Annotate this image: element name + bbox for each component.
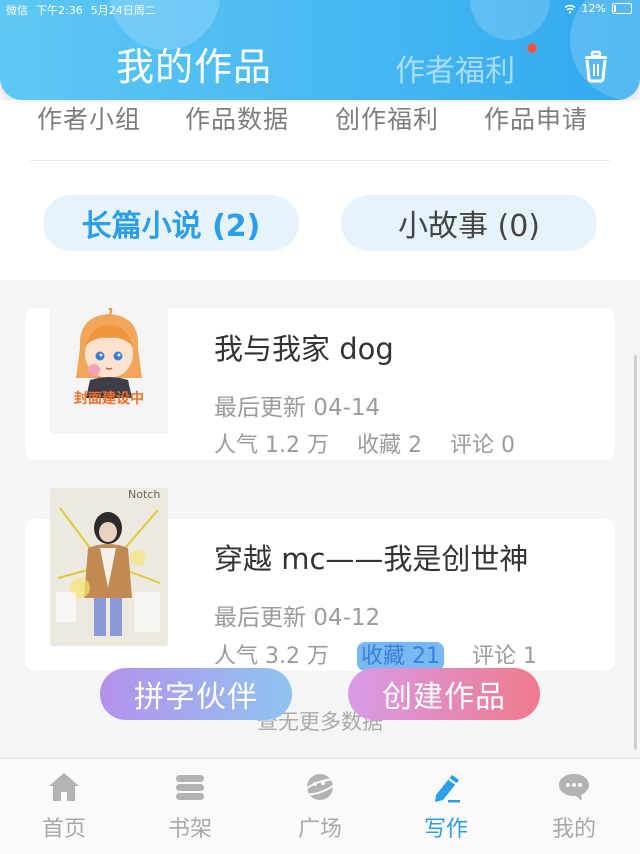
book-favorites[interactable]: 收藏 21 [356,642,444,671]
book-stats: 人气 1.2 万 收藏 2 评论 0 [214,427,543,459]
tabbar-item-plaza[interactable]: 广场 [270,759,370,854]
create-work-button[interactable]: 创建作品 [348,668,540,720]
planet-icon [302,774,338,800]
book-comments: 评论 0 [449,433,515,458]
subnav-creation-welfare[interactable]: 创作福利 [335,100,439,136]
book-title[interactable]: 我与我家 dog [214,326,394,368]
book-popularity: 人气 3.2 万 [214,644,329,669]
pen-icon [435,775,460,803]
status-time: 下午2:36 [36,4,83,17]
cover-placeholder-text: 封面建设中 [74,391,144,407]
book-comments: 评论 1 [471,644,537,669]
tab-stories[interactable]: 小故事 (0) [341,195,597,251]
status-bar: 微信 下午2:36 5月24日周二 12% [0,0,640,18]
page-title: 我的作品 [116,45,273,89]
scrollbar[interactable] [634,355,637,750]
book-cover: Notch [50,488,168,646]
cover-text: Notch [128,488,161,501]
tabbar-item-write[interactable]: 写作 [396,759,496,854]
tabbar-item-home[interactable]: 首页 [14,759,114,854]
tabbar-label: 写作 [423,817,468,842]
subnav-work-application[interactable]: 作品申请 [484,100,588,136]
tabbar-label: 首页 [41,817,86,842]
tabbar-item-bookshelf[interactable]: 书架 [140,759,240,854]
subnav-work-data[interactable]: 作品数据 [185,100,289,136]
app-header: 微信 下午2:36 5月24日周二 12% 我的作品 作者福利 [0,0,640,100]
divider [30,160,610,161]
anime-girl-illustration [76,308,142,398]
book-last-updated: 最后更新 04-12 [214,605,381,631]
wifi-icon [564,4,575,13]
tabbar-item-mine[interactable]: 我的 [524,759,624,854]
book-last-updated: 最后更新 04-14 [214,395,381,421]
book-title[interactable]: 穿越 mc——我是创世神 [214,536,528,578]
tab-novels[interactable]: 长篇小说 (2) [43,195,299,251]
bookshelf-icon [176,775,204,800]
status-date: 5月24日周二 [90,4,156,17]
book-stats: 人气 3.2 万 收藏 21 评论 1 [214,638,565,671]
book-cover: 封面建设中 [50,308,168,434]
subnav-author-group[interactable]: 作者小组 [37,100,141,136]
chat-icon [559,774,589,801]
tabbar-label: 广场 [297,817,342,842]
battery-icon [612,3,632,14]
book-favorites: 收藏 2 [356,433,422,458]
home-icon [49,773,79,801]
tabbar-label: 我的 [551,817,596,842]
battery-percent: 12% [581,2,606,15]
tabbar-label: 书架 [167,817,212,842]
load-more-text: 查无更多数据 [257,710,383,734]
sub-navigation: 作者小组 作品数据 创作福利 作品申请 [0,100,640,160]
status-app: 微信 [6,4,28,17]
trash-icon [585,50,607,83]
trash-button[interactable] [578,48,614,84]
book-popularity: 人气 1.2 万 [214,433,329,458]
notification-dot [527,43,537,53]
author-welfare-link[interactable]: 作者福利 [395,46,515,90]
bottom-tab-bar: 首页 书架 广场 写作 我的 [0,758,640,854]
character-illustration [50,488,168,646]
partner-button[interactable]: 拼字伙伴 [100,668,292,720]
